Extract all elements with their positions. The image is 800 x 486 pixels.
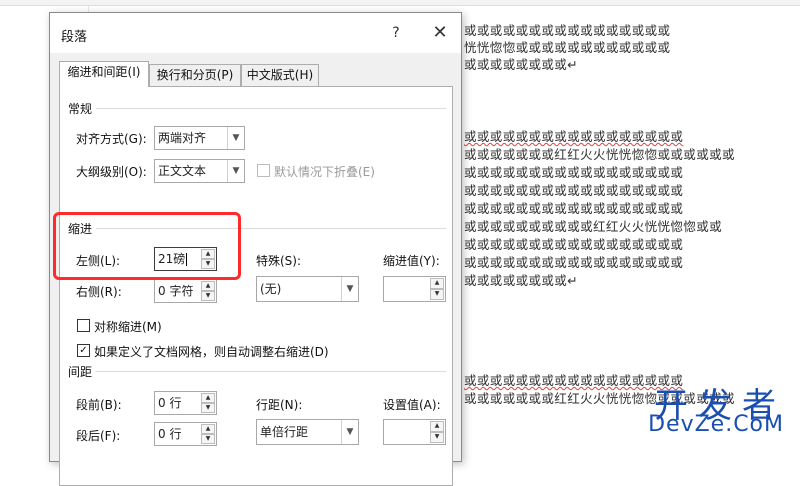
spin-up-icon[interactable]: ▲ <box>201 281 215 291</box>
group-divider <box>96 228 446 229</box>
spin-down-icon[interactable]: ▼ <box>430 289 444 300</box>
left-indent-label: 左侧(L): <box>76 254 121 268</box>
line-spacing-value: 单倍行距 <box>260 425 309 439</box>
indent-by-spinner[interactable]: ▲ ▼ <box>383 276 446 302</box>
spin-up-icon[interactable]: ▲ <box>201 424 215 434</box>
spinner-buttons: ▲ ▼ <box>430 421 444 443</box>
outline-level-label: 大纲级别(O): <box>76 165 147 179</box>
spin-down-icon[interactable]: ▼ <box>201 259 215 269</box>
doc-line: 或或或或或或或或↵ <box>464 273 579 288</box>
spin-down-icon[interactable]: ▼ <box>201 291 215 301</box>
group-divider <box>96 371 446 372</box>
chevron-down-icon: ▼ <box>341 420 358 444</box>
spin-down-icon[interactable]: ▼ <box>430 432 444 443</box>
chevron-down-icon: ▼ <box>341 277 358 301</box>
indent-group-label: 缩进 <box>68 222 93 236</box>
doc-line: 或或或或或或或或或或或或或或或或或 <box>464 201 684 216</box>
tab-line-page-breaks[interactable]: 换行和分页(P) <box>149 64 241 86</box>
spinner-buttons: ▲ ▼ <box>201 393 215 413</box>
doc-line: 或或或或或或或或或或或或或或或或或 <box>464 183 684 198</box>
left-indent-spinner[interactable]: 21磅 ▲ ▼ <box>154 247 217 271</box>
tab-indent-spacing[interactable]: 缩进和间距(I) <box>59 61 149 87</box>
chevron-down-icon: ▼ <box>227 160 244 182</box>
indent-by-label: 缩进值(Y): <box>383 254 440 268</box>
doc-line: 或或或或或或或或或或或或或或或或或 <box>464 255 684 270</box>
spacing-before-label: 段前(B): <box>76 398 122 412</box>
mirror-indents-label: 对称缩进(M) <box>94 320 162 334</box>
set-value-spinner[interactable]: ▲ ▼ <box>383 419 446 445</box>
tab-asian-typography[interactable]: 中文版式(H) <box>241 64 319 86</box>
spacing-group-label: 间距 <box>68 365 93 379</box>
alignment-label: 对齐方式(G): <box>76 132 147 146</box>
spinner-buttons: ▲ ▼ <box>201 249 215 269</box>
text-caret <box>186 253 188 266</box>
doc-line: 或或或或或或或或或或或或或或或或或 <box>464 129 684 144</box>
doc-line: 或或或或或或或或或或红红火火恍恍惚惚或或 <box>464 219 723 234</box>
left-indent-value: 21磅 <box>158 252 186 266</box>
collapse-default-checkbox[interactable] <box>257 164 270 177</box>
spin-up-icon[interactable]: ▲ <box>430 421 444 432</box>
spacing-after-value: 0 行 <box>158 427 182 441</box>
spin-down-icon[interactable]: ▼ <box>201 434 215 444</box>
paragraph-dialog: 段落 ? ✕ 缩进和间距(I) 换行和分页(P) 中文版式(H) 常规 对齐方式… <box>49 12 462 486</box>
special-indent-select[interactable]: (无) ▼ <box>256 276 359 302</box>
spin-up-icon[interactable]: ▲ <box>430 278 444 289</box>
right-indent-value: 0 字符 <box>158 284 194 298</box>
outline-level-select[interactable]: 正文文本 ▼ <box>154 159 245 183</box>
doc-line: 或或或或或或或或或或或或或或或或或 <box>464 237 684 252</box>
spinner-buttons: ▲ ▼ <box>201 281 215 301</box>
general-group-label: 常规 <box>68 102 93 116</box>
chevron-down-icon: ▼ <box>227 127 244 149</box>
watermark: 开发者 DevZe.CoM <box>634 382 794 442</box>
line-spacing-label: 行距(N): <box>256 398 303 412</box>
spin-up-icon[interactable]: ▲ <box>201 249 215 259</box>
alignment-select[interactable]: 两端对齐 ▼ <box>154 126 245 150</box>
right-indent-label: 右侧(R): <box>76 285 122 299</box>
spacing-after-label: 段后(F): <box>76 429 121 443</box>
dialog-titlebar[interactable]: 段落 ? ✕ <box>50 13 461 53</box>
spacing-before-spinner[interactable]: 0 行 ▲ ▼ <box>154 391 217 415</box>
spinner-buttons: ▲ ▼ <box>201 424 215 444</box>
dialog-title: 段落 <box>61 30 88 45</box>
doc-line: 或或或或或或或红红火火恍恍惚惚或或或或或或 <box>464 147 735 162</box>
help-button[interactable]: ? <box>384 21 408 45</box>
set-value-label: 设置值(A): <box>383 398 441 412</box>
spacing-after-spinner[interactable]: 0 行 ▲ ▼ <box>154 422 217 446</box>
auto-adjust-label: 如果定义了文档网格，则自动调整右缩进(D) <box>94 345 329 359</box>
collapse-default-label: 默认情况下折叠(E) <box>274 165 375 179</box>
spin-up-icon[interactable]: ▲ <box>201 393 215 403</box>
group-divider <box>96 108 446 109</box>
line-spacing-select[interactable]: 单倍行距 ▼ <box>256 419 359 445</box>
mirror-indents-checkbox[interactable] <box>77 319 90 332</box>
outline-level-value: 正文文本 <box>158 164 207 178</box>
alignment-value: 两端对齐 <box>158 131 207 145</box>
doc-line: 或或或或或或或或↵ <box>464 57 579 72</box>
spacing-before-value: 0 行 <box>158 396 182 410</box>
spinner-buttons: ▲ ▼ <box>430 278 444 300</box>
spin-down-icon[interactable]: ▼ <box>201 403 215 413</box>
right-indent-spinner[interactable]: 0 字符 ▲ ▼ <box>154 279 217 303</box>
watermark-en: DevZe.CoM <box>648 412 784 437</box>
special-label: 特殊(S): <box>256 254 302 268</box>
doc-line: 或或或或或或或或或或或或或或或或或 <box>464 165 684 180</box>
close-button[interactable]: ✕ <box>428 21 452 45</box>
auto-adjust-checkbox[interactable]: ✓ <box>77 344 90 357</box>
special-indent-value: (无) <box>260 282 282 296</box>
